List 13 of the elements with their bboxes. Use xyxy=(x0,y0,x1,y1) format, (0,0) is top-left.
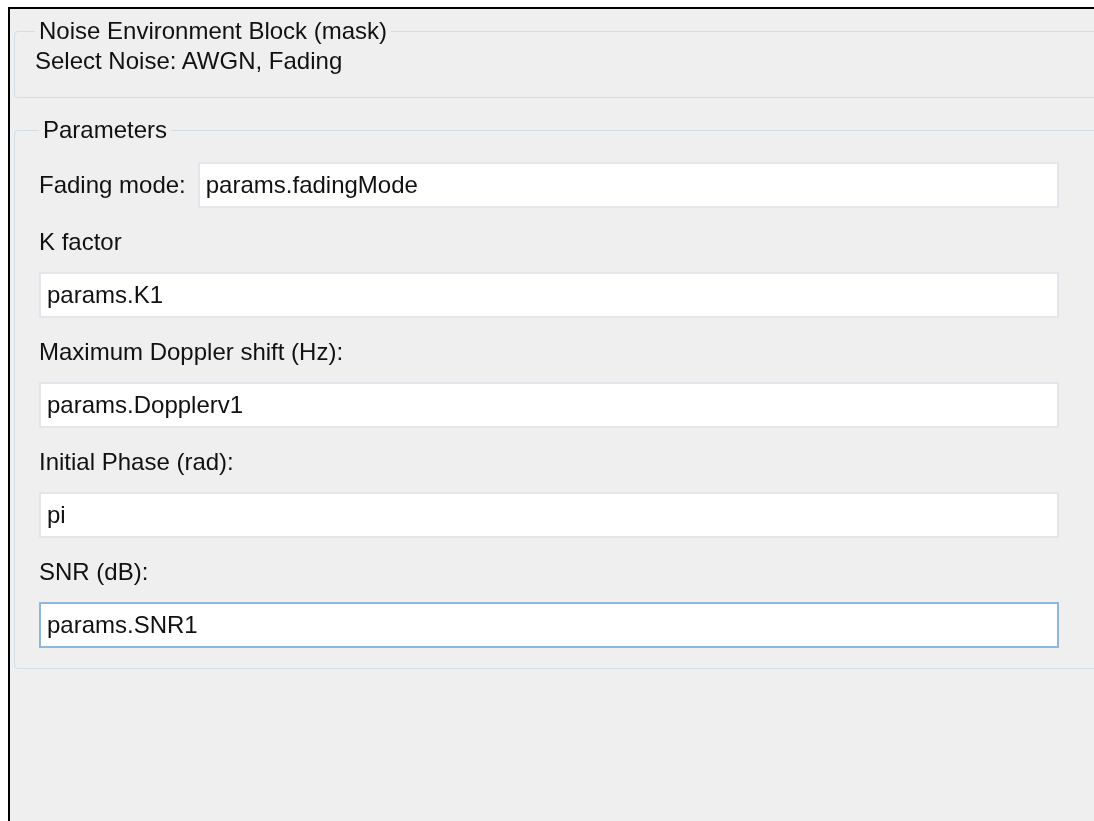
input-field[interactable]: params.SNR1 xyxy=(39,602,1059,648)
field-label: Maximum Doppler shift (Hz): xyxy=(39,338,345,366)
group-title: Noise Environment Block (mask) xyxy=(38,17,389,45)
field-label: SNR (dB): xyxy=(39,558,150,586)
description-text: Select Noise: AWGN, Fading xyxy=(35,47,344,75)
input-field[interactable]: params.Dopplerv1 xyxy=(39,382,1059,428)
input-field[interactable]: params.fadingMode xyxy=(197,162,1059,208)
field-label: K factor xyxy=(39,228,123,256)
input-field[interactable]: pi xyxy=(39,492,1059,538)
field-label: Initial Phase (rad): xyxy=(39,448,235,476)
field-label: Fading mode: xyxy=(39,171,186,199)
group-title: Parameters xyxy=(42,116,169,144)
input-field[interactable]: params.K1 xyxy=(39,272,1059,318)
